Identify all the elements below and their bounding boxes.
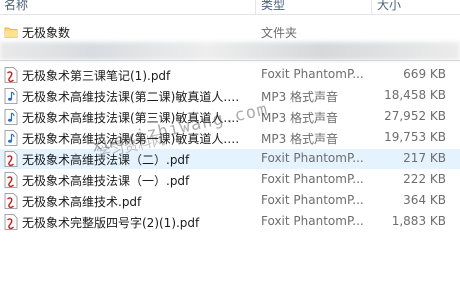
file-type: MP3 格式声音 bbox=[261, 111, 339, 125]
audio-icon bbox=[4, 109, 18, 125]
file-size: 1,883 KB bbox=[391, 214, 446, 228]
file-name: 无极象术高维技法课(第三课)敏真道人.m... bbox=[22, 111, 248, 125]
file-type: MP3 格式声音 bbox=[261, 132, 339, 146]
pdf-icon bbox=[4, 214, 18, 230]
file-name: 无极象术完整版四号字(2)(1).pdf bbox=[22, 216, 200, 230]
file-size: 19,753 KB bbox=[384, 130, 446, 144]
column-header: 名称 类型 大小 bbox=[0, 0, 460, 15]
file-type: Foxit PhantomP... bbox=[261, 151, 364, 165]
file-name: 无极象术高维技法课(第一课)敏真道人.m... bbox=[22, 132, 248, 146]
file-size: 669 KB bbox=[403, 67, 446, 81]
size-column-header[interactable]: 大小 bbox=[377, 0, 401, 13]
file-row[interactable]: 无极象术完整版四号字(2)(1).pdf Foxit PhantomP... 1,8… bbox=[0, 212, 460, 232]
file-row[interactable]: 无极象术高维技术.pdf Foxit PhantomP... 364 KB bbox=[0, 191, 460, 211]
file-name: 无极象术高维技法课（一）.pdf bbox=[22, 174, 190, 188]
pdf-icon bbox=[4, 172, 18, 188]
file-size: 217 KB bbox=[403, 151, 446, 165]
file-size: 18,458 KB bbox=[384, 88, 446, 102]
folder-icon bbox=[4, 24, 18, 40]
file-row[interactable]: 无极象术高维技法课(第三课)敏真道人.m... MP3 格式声音 27,952 KB bbox=[0, 107, 460, 127]
file-name: 无极象术高维技术.pdf bbox=[22, 195, 142, 209]
file-size: 222 KB bbox=[403, 172, 446, 186]
file-row[interactable]: 无极象术高维技法课(第一课)敏真道人.m... MP3 格式声音 19,753 KB bbox=[0, 128, 460, 148]
column-divider[interactable] bbox=[371, 0, 372, 14]
audio-icon bbox=[4, 88, 18, 104]
divider bbox=[0, 60, 460, 61]
file-name: 无极象术高维技法课(第二课)敏真道人.m... bbox=[22, 90, 248, 104]
file-type: Foxit PhantomP... bbox=[261, 67, 364, 81]
file-type: MP3 格式声音 bbox=[261, 90, 339, 104]
file-size: 27,952 KB bbox=[384, 109, 446, 123]
type-column-header[interactable]: 类型 bbox=[261, 0, 285, 13]
file-row[interactable]: 无极象术高维技法课（一）.pdf Foxit PhantomP... 222 KB bbox=[0, 170, 460, 190]
file-row[interactable]: 无极象术第三课笔记(1).pdf Foxit PhantomP... 669 KB bbox=[0, 65, 460, 85]
pdf-icon bbox=[4, 67, 18, 83]
file-type: Foxit PhantomP... bbox=[261, 214, 364, 228]
file-name: 无极象术第三课笔记(1).pdf bbox=[22, 69, 171, 83]
pdf-icon bbox=[4, 193, 18, 209]
file-type: Foxit PhantomP... bbox=[261, 193, 364, 207]
blurred-row bbox=[0, 42, 460, 60]
column-divider[interactable] bbox=[255, 0, 256, 14]
pdf-icon bbox=[4, 151, 18, 167]
file-type: Foxit PhantomP... bbox=[261, 172, 364, 186]
file-name: 无极象术高维技法课（二）.pdf bbox=[22, 153, 190, 167]
folder-name: 无极象数 bbox=[22, 26, 71, 40]
audio-icon bbox=[4, 130, 18, 146]
file-row[interactable]: 无极象术高维技法课(第二课)敏真道人.m... MP3 格式声音 18,458 KB bbox=[0, 86, 460, 106]
file-size: 364 KB bbox=[403, 193, 446, 207]
folder-type: 文件夹 bbox=[261, 26, 298, 40]
name-column-header[interactable]: 名称 bbox=[4, 0, 28, 13]
file-row[interactable]: 无极象术高维技法课（二）.pdf Foxit PhantomP... 217 KB bbox=[0, 149, 460, 169]
folder-row[interactable]: 无极象数 文件夹 bbox=[0, 22, 460, 42]
